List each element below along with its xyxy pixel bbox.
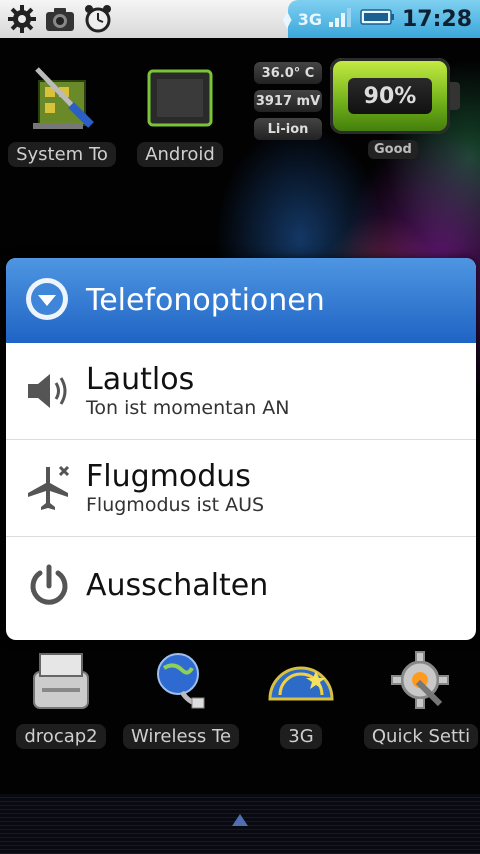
- notification-icons: [6, 3, 114, 35]
- app-3g[interactable]: 3G: [242, 646, 360, 753]
- phone-options-dialog: Telefonoptionen Lautlos Ton ist momentan…: [6, 258, 476, 640]
- power-off-option[interactable]: Ausschalten: [6, 537, 476, 634]
- scanner-icon: [2, 646, 120, 716]
- app-quick-settings[interactable]: Quick Setti: [362, 646, 480, 753]
- app-system-tools[interactable]: System To: [2, 62, 122, 171]
- data-arrows-icon: ▲ ▼: [282, 8, 292, 30]
- battery-temperature: 36.0° C: [254, 62, 322, 84]
- camera-icon: [44, 3, 76, 35]
- app-label: Wireless Te: [122, 724, 240, 749]
- battery-cap: [450, 82, 460, 110]
- app-label: Quick Setti: [363, 724, 479, 749]
- airplane-icon: [24, 463, 74, 513]
- dialog-header: Telefonoptionen: [6, 258, 476, 343]
- app-label: 3G: [280, 724, 322, 749]
- option-title: Ausschalten: [86, 567, 269, 603]
- app-label: Android: [137, 142, 223, 167]
- option-subtitle: Flugmodus ist AUS: [86, 494, 265, 516]
- dialog-title: Telefonoptionen: [86, 283, 325, 318]
- battery-voltage: 3917 mV: [254, 90, 322, 112]
- speaker-icon: [24, 366, 74, 416]
- battery-level: 90%: [348, 78, 432, 114]
- option-title: Flugmodus: [86, 459, 251, 494]
- silent-mode-option[interactable]: Lautlos Ton ist momentan AN: [6, 343, 476, 440]
- globe-network-icon: [122, 646, 240, 716]
- app-label: drocap2: [16, 724, 106, 749]
- app-drawer-handle-icon[interactable]: [232, 814, 248, 826]
- signal-icon: [328, 6, 354, 32]
- battery-widget[interactable]: 90%: [330, 58, 460, 134]
- app-drocap2[interactable]: drocap2: [2, 646, 120, 753]
- power-icon: [24, 561, 74, 611]
- network-type: 3G: [297, 9, 322, 29]
- clock: 17:28: [401, 6, 472, 32]
- option-title: Lautlos: [86, 362, 195, 397]
- quick-settings-gear-icon: [362, 646, 480, 716]
- option-subtitle: Ton ist momentan AN: [86, 397, 290, 419]
- app-wireless-tether[interactable]: Wireless Te: [122, 646, 240, 753]
- system-tools-icon: [2, 62, 122, 134]
- app-label: System To: [8, 142, 116, 167]
- dropdown-circle-icon: [24, 276, 70, 326]
- battery-icon: [360, 8, 396, 30]
- app-android[interactable]: Android: [120, 62, 240, 171]
- status-bar[interactable]: ▲ ▼ 3G 17:28: [0, 0, 480, 38]
- alarm-clock-icon: [82, 3, 114, 35]
- gear-icon: [6, 3, 38, 35]
- airplane-mode-option[interactable]: Flugmodus Flugmodus ist AUS: [6, 440, 476, 537]
- system-status-area: ▲ ▼ 3G 17:28: [282, 0, 480, 38]
- android-icon: [120, 62, 240, 134]
- battery-health: Good: [368, 140, 418, 159]
- 3g-logo-icon: [242, 646, 360, 716]
- battery-type: Li-ion: [254, 118, 322, 140]
